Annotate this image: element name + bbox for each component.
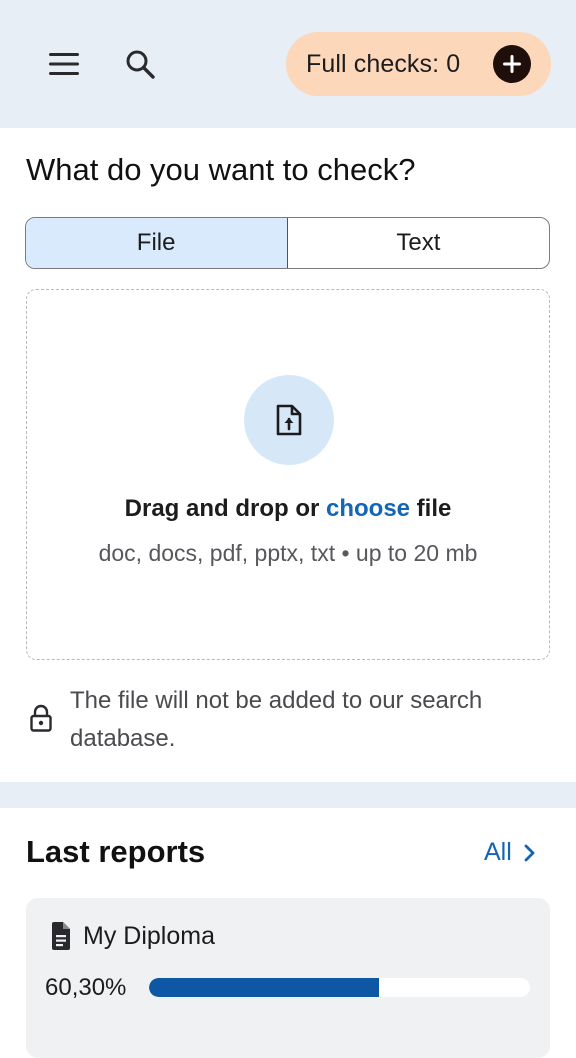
report-card[interactable]: My Diploma 60,30% xyxy=(26,898,550,1058)
chevron-right-icon xyxy=(524,844,535,861)
add-checks-button[interactable] xyxy=(493,45,531,83)
check-type-tabs: File Text xyxy=(25,217,550,269)
all-reports-link[interactable]: All xyxy=(484,838,536,867)
search-icon xyxy=(126,50,155,79)
report-percent: 60,30% xyxy=(45,974,127,1001)
choose-file-link[interactable]: choose xyxy=(326,495,410,522)
document-icon xyxy=(52,922,70,950)
tab-text[interactable]: Text xyxy=(288,218,549,268)
full-checks-label: Full checks: 0 xyxy=(306,49,461,78)
report-progress-fill xyxy=(149,978,379,997)
privacy-text: The file will not be added to our search… xyxy=(70,687,483,752)
report-name: My Diploma xyxy=(83,922,215,950)
full-checks-button[interactable]: Full checks: 0 xyxy=(286,32,551,96)
privacy-note: The file will not be added to our search… xyxy=(26,682,546,758)
upload-icon-badge xyxy=(244,375,334,465)
menu-icon xyxy=(49,53,79,75)
file-dropzone[interactable]: Drag and drop or choose file doc, docs, … xyxy=(26,289,550,660)
top-app-bar: Full checks: 0 xyxy=(0,0,576,128)
section-divider xyxy=(0,782,576,808)
plus-icon xyxy=(503,55,521,73)
tab-file[interactable]: File xyxy=(26,218,288,268)
search-button[interactable] xyxy=(116,40,164,88)
accepted-formats: doc, docs, pdf, pptx, txt • up to 20 mb xyxy=(98,540,478,566)
dropzone-suffix: file xyxy=(410,495,452,522)
dropzone-prefix: Drag and drop or xyxy=(124,495,326,522)
last-reports-title: Last reports xyxy=(26,834,206,869)
report-progress-bar xyxy=(149,978,530,997)
file-upload-icon xyxy=(276,404,302,436)
dropzone-instruction: Drag and drop or choose file xyxy=(27,495,549,523)
lock-icon xyxy=(30,704,52,732)
page-title: What do you want to check? xyxy=(26,152,416,187)
all-reports-label: All xyxy=(484,838,512,866)
menu-button[interactable] xyxy=(40,40,88,88)
